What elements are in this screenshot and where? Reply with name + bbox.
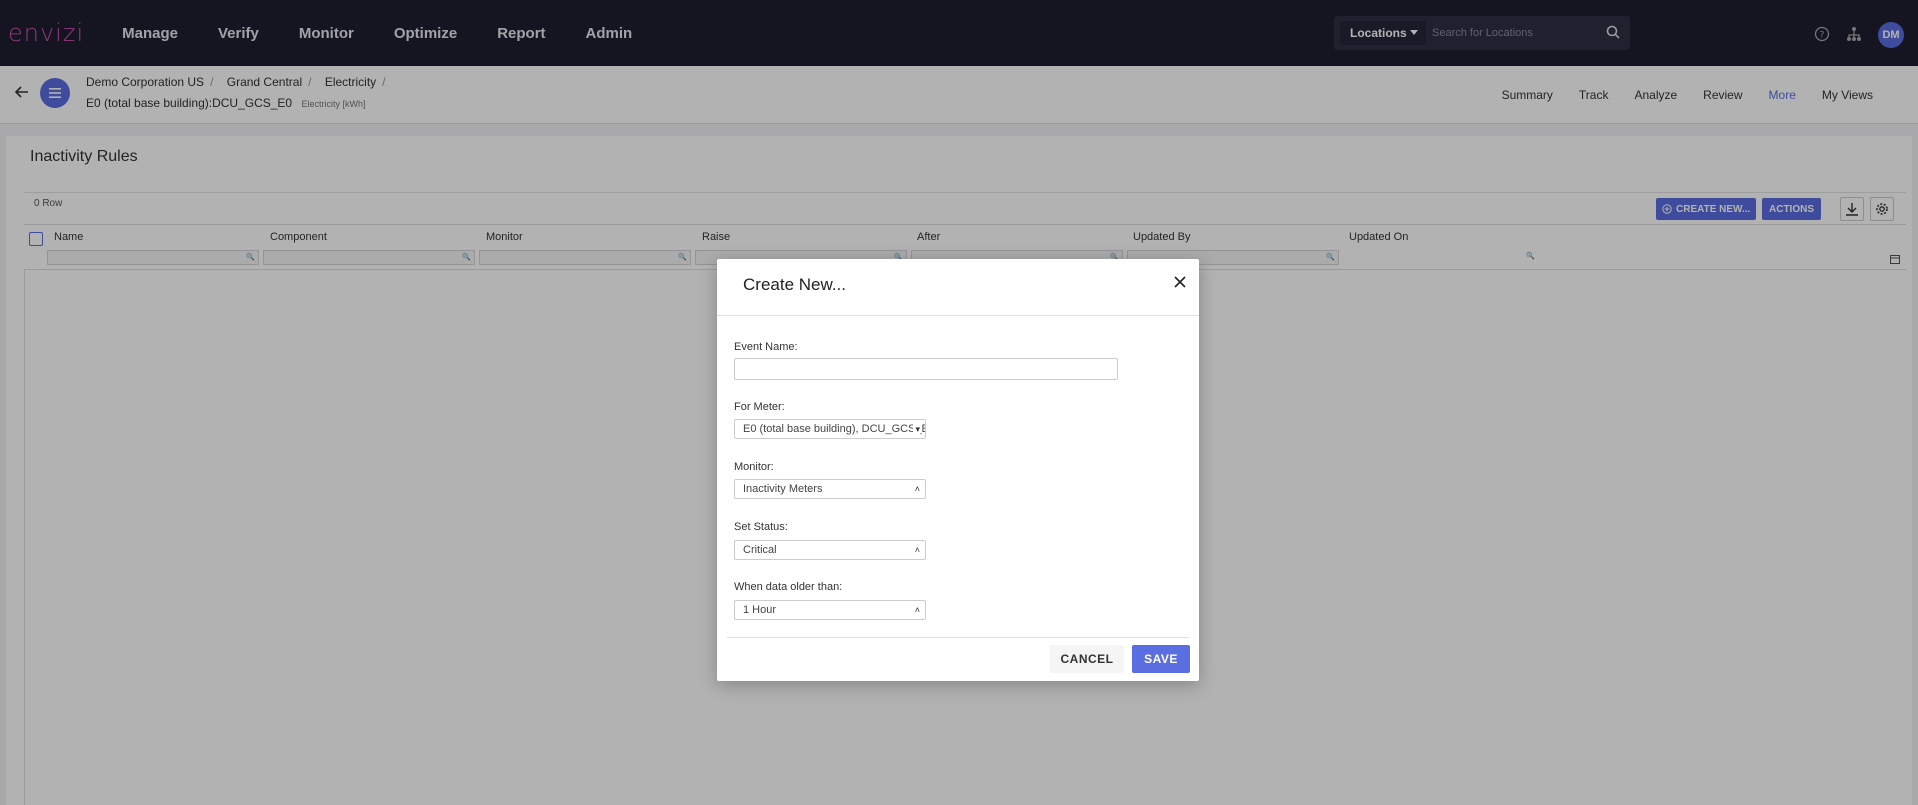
monitor-select-value: Inactivity Meters <box>743 483 823 495</box>
dialog-title: Create New... <box>743 275 846 294</box>
save-button[interactable]: SAVE <box>1132 645 1190 673</box>
dialog-divider <box>717 315 1199 316</box>
meter-select-value: E0 (total base building), DCU_GCS_E0 <box>743 423 926 435</box>
chevron-up-icon: ˄ <box>912 480 920 498</box>
dialog-footer-divider <box>727 637 1189 638</box>
monitor-label: Monitor: <box>734 461 774 473</box>
data-older-select-value: 1 Hour <box>743 604 777 616</box>
create-new-dialog: Create New... Event Name: For Meter: E0 … <box>717 259 1199 681</box>
data-older-label: When data older than: <box>734 581 843 593</box>
meter-select[interactable]: E0 (total base building), DCU_GCS_E0 ▾ <box>734 419 926 439</box>
event-name-input[interactable] <box>734 358 1118 380</box>
close-icon[interactable] <box>1171 273 1189 291</box>
cancel-button[interactable]: CANCEL <box>1050 645 1124 673</box>
monitor-select[interactable]: Inactivity Meters ˄ <box>734 479 926 499</box>
status-select-value: Critical <box>743 544 777 556</box>
event-name-label: Event Name: <box>734 341 798 353</box>
caret-down-icon: ▾ <box>913 420 920 438</box>
set-status-label: Set Status: <box>734 521 788 533</box>
status-select[interactable]: Critical ˄ <box>734 540 926 560</box>
chevron-up-icon: ˄ <box>912 541 920 559</box>
chevron-up-icon: ˄ <box>912 601 920 619</box>
data-older-select[interactable]: 1 Hour ˄ <box>734 600 926 620</box>
for-meter-label: For Meter: <box>734 401 785 413</box>
